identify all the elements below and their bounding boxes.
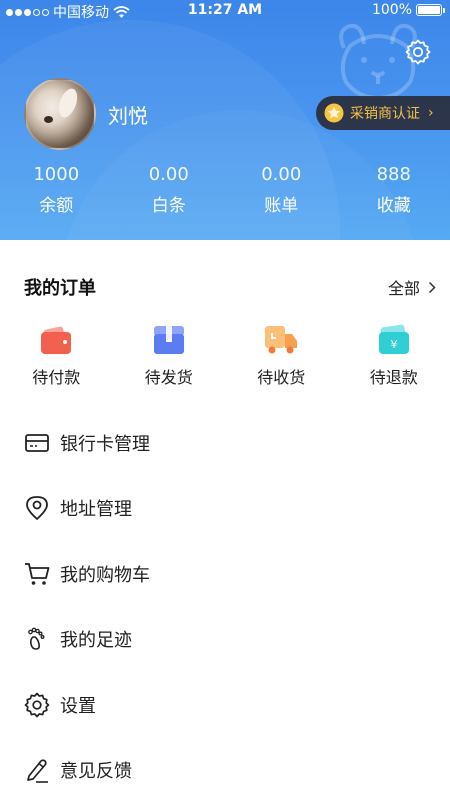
svg-text:¥: ¥: [390, 338, 397, 351]
menu-item-label: 我的足迹: [60, 630, 132, 652]
battery-icon: [416, 4, 445, 16]
vendor-certification-button[interactable]: 采销商认证 ›: [316, 96, 450, 130]
order-tab-pending-shipment[interactable]: 待发货: [113, 322, 226, 388]
wallet-icon: [41, 326, 72, 354]
orders-title: 我的订单: [24, 278, 96, 299]
menu-list: 银行卡管理 地址管理 我的购物车 我的足迹 设置 意见反馈: [0, 410, 450, 800]
menu-item-label: 意见反馈: [60, 761, 132, 783]
stat-bill[interactable]: 0.00 账单: [225, 164, 338, 216]
order-tab-pending-refund[interactable]: ¥ 待退款: [338, 322, 450, 388]
menu-item-label: 银行卡管理: [60, 433, 150, 455]
account-stats: 1000 余额 0.00 白条 0.00 账单 888 收藏: [0, 164, 450, 216]
package-icon: [153, 326, 184, 354]
menu-item-address[interactable]: 地址管理: [0, 476, 450, 542]
cert-label: 采销商认证: [350, 106, 420, 122]
order-tab-label: 待付款: [32, 368, 81, 387]
menu-item-bank-card[interactable]: 银行卡管理: [0, 410, 450, 476]
avatar[interactable]: [24, 78, 96, 150]
order-tab-label: 待发货: [144, 368, 193, 387]
profile-header: 中国移动 11:27 AM 100% 刘悦 采销商认证 › 1000 余额 0.…: [0, 0, 450, 240]
orders-header: 我的订单 全部: [24, 272, 436, 300]
order-tab-label: 待退款: [369, 368, 418, 387]
star-icon: [324, 103, 344, 123]
bank-card-icon: [25, 433, 49, 452]
user-name: 刘悦: [108, 104, 148, 128]
view-all-orders-button[interactable]: 全部: [388, 275, 436, 299]
order-tab-pending-payment[interactable]: 待付款: [0, 322, 113, 388]
stat-value: 0.00: [148, 164, 189, 185]
stat-credit[interactable]: 0.00 白条: [113, 164, 226, 216]
order-tab-label: 待收货: [257, 368, 306, 387]
status-bar: 中国移动 11:27 AM 100%: [0, 0, 450, 22]
stat-balance[interactable]: 1000 余额: [0, 164, 113, 216]
footprint-icon: [28, 627, 45, 651]
location-pin-icon: [26, 496, 48, 521]
stat-label: 账单: [264, 196, 299, 216]
stat-label: 余额: [39, 196, 74, 216]
stat-label: 白条: [151, 196, 186, 216]
view-all-label: 全部: [387, 279, 420, 298]
menu-item-label: 我的购物车: [60, 564, 150, 586]
gear-icon: [24, 692, 50, 718]
battery-percent: 100%: [371, 2, 412, 18]
stat-label: 收藏: [376, 196, 411, 216]
menu-item-settings[interactable]: 设置: [0, 672, 450, 738]
pen-icon: [27, 759, 48, 784]
order-status-tabs: 待付款 待发货 待收货 ¥ 待退款: [0, 322, 450, 388]
menu-item-feedback[interactable]: 意见反馈: [0, 738, 450, 800]
menu-item-footprints[interactable]: 我的足迹: [0, 607, 450, 673]
menu-item-cart[interactable]: 我的购物车: [0, 541, 450, 607]
stat-value: 888: [376, 164, 411, 185]
stat-value: 0.00: [261, 164, 302, 185]
menu-item-label: 设置: [60, 695, 96, 717]
truck-icon: [265, 326, 298, 354]
chevron-right-icon: [428, 281, 436, 293]
settings-gear-icon[interactable]: [404, 38, 432, 66]
menu-item-label: 地址管理: [60, 499, 132, 521]
chevron-right-icon: ›: [428, 105, 434, 121]
cart-icon: [25, 562, 50, 585]
stat-value: 1000: [33, 164, 80, 185]
refund-icon: ¥: [378, 324, 409, 354]
stat-favorites[interactable]: 888 收藏: [338, 164, 450, 216]
order-tab-pending-receipt[interactable]: 待收货: [225, 322, 338, 388]
